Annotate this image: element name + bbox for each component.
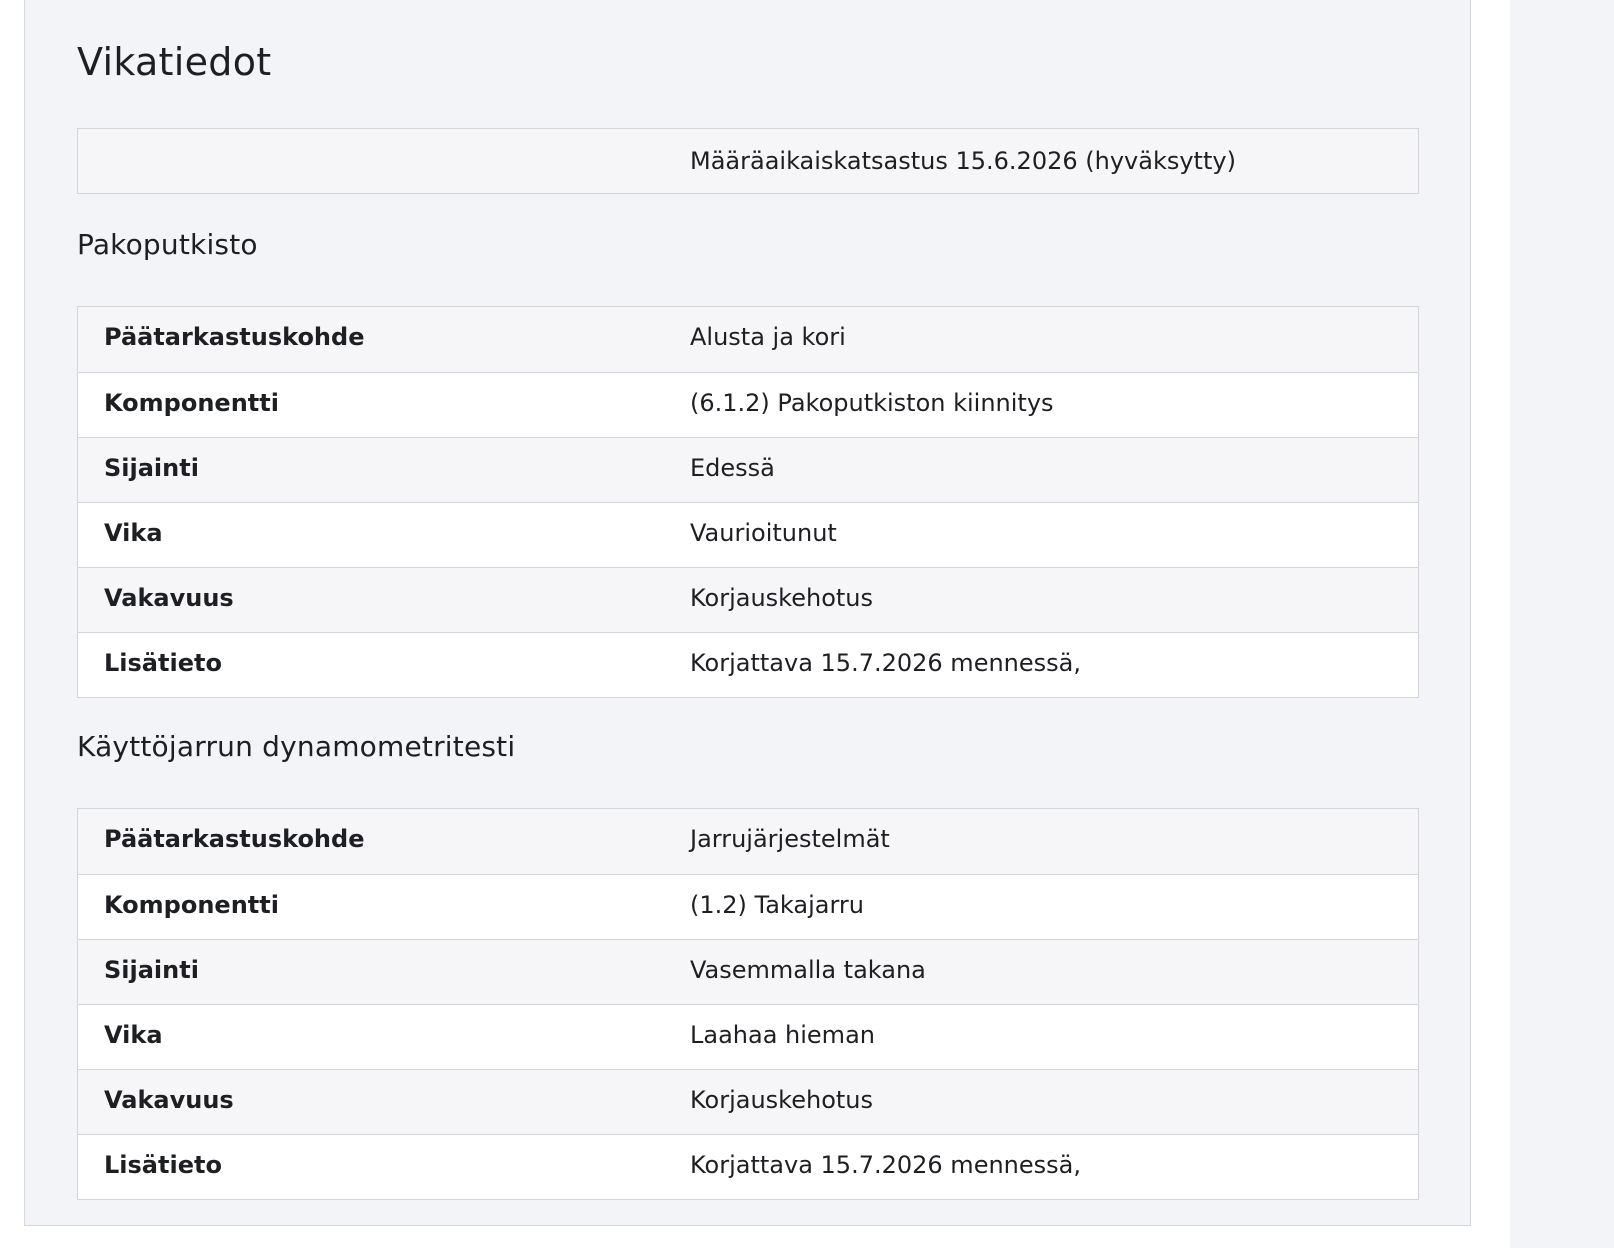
row-label: Lisätieto xyxy=(104,649,222,677)
row-value: Korjattava 15.7.2026 mennessä, xyxy=(690,649,1081,677)
table-row: Vika Laahaa hieman xyxy=(78,1004,1418,1069)
table-row: Sijainti Edessä xyxy=(78,437,1418,502)
table-row: Vakavuus Korjauskehotus xyxy=(78,567,1418,632)
row-label: Sijainti xyxy=(104,956,199,984)
row-value: Edessä xyxy=(690,454,775,482)
row-value: Vaurioitunut xyxy=(690,519,837,547)
section-title-exhaust: Pakoputkisto xyxy=(77,228,258,261)
table-row: Vakavuus Korjauskehotus xyxy=(78,1069,1418,1134)
right-sidebar-strip xyxy=(1510,0,1614,1248)
defect-table-exhaust: Päätarkastuskohde Alusta ja kori Kompone… xyxy=(77,306,1419,698)
row-label: Vakavuus xyxy=(104,1086,234,1114)
table-row: Komponentti (1.2) Takajarru xyxy=(78,874,1418,939)
row-label: Komponentti xyxy=(104,389,279,417)
row-label: Lisätieto xyxy=(104,1151,222,1179)
table-row: Komponentti (6.1.2) Pakoputkiston kiinni… xyxy=(78,372,1418,437)
defect-table-brake-test: Päätarkastuskohde Jarrujärjestelmät Komp… xyxy=(77,808,1419,1200)
row-value: Alusta ja kori xyxy=(690,323,846,351)
inspection-summary-text: Määräaikaiskatsastus 15.6.2026 (hyväksyt… xyxy=(690,147,1236,175)
row-value: Korjauskehotus xyxy=(690,1086,874,1114)
table-row: Lisätieto Korjattava 15.7.2026 mennessä, xyxy=(78,632,1418,697)
row-value: Korjauskehotus xyxy=(690,584,874,612)
page-title: Vikatiedot xyxy=(77,40,272,84)
row-value: Vasemmalla takana xyxy=(690,956,926,984)
table-row: Päätarkastuskohde Jarrujärjestelmät xyxy=(78,809,1418,874)
row-label: Vika xyxy=(104,519,163,547)
row-label: Vika xyxy=(104,1021,163,1049)
table-row: Lisätieto Korjattava 15.7.2026 mennessä, xyxy=(78,1134,1418,1199)
table-row: Sijainti Vasemmalla takana xyxy=(78,939,1418,1004)
inspection-summary: Määräaikaiskatsastus 15.6.2026 (hyväksyt… xyxy=(77,128,1419,194)
row-value: Laahaa hieman xyxy=(690,1021,875,1049)
row-value: (1.2) Takajarru xyxy=(690,891,864,919)
row-label: Päätarkastuskohde xyxy=(104,323,365,351)
table-row: Vika Vaurioitunut xyxy=(78,502,1418,567)
row-label: Sijainti xyxy=(104,454,199,482)
row-value: Jarrujärjestelmät xyxy=(690,825,890,853)
table-row: Päätarkastuskohde Alusta ja kori xyxy=(78,307,1418,372)
page: Vikatiedot Määräaikaiskatsastus 15.6.202… xyxy=(0,0,1614,1248)
row-label: Päätarkastuskohde xyxy=(104,825,365,853)
row-value: (6.1.2) Pakoputkiston kiinnitys xyxy=(690,389,1054,417)
section-title-brake-test: Käyttöjarrun dynamometritesti xyxy=(77,730,516,763)
row-label: Komponentti xyxy=(104,891,279,919)
row-label: Vakavuus xyxy=(104,584,234,612)
row-value: Korjattava 15.7.2026 mennessä, xyxy=(690,1151,1081,1179)
